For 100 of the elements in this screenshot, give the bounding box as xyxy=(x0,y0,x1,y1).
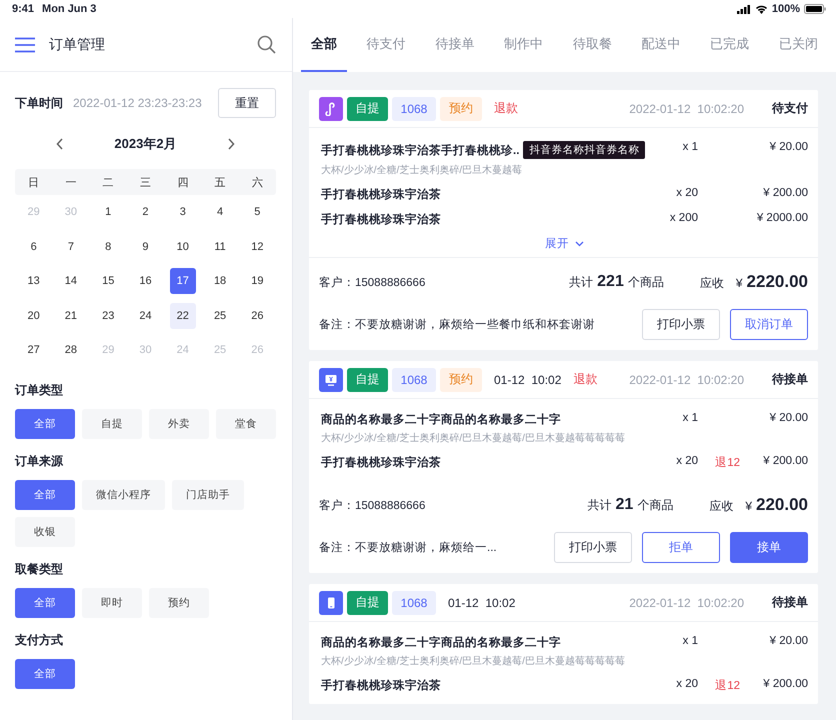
order-time: 2022-01-12 10:02:20 xyxy=(629,596,744,610)
customer-phone: 客户：15088886666 xyxy=(319,498,426,512)
order-action-button[interactable]: 拒单 xyxy=(642,532,720,562)
filter-option[interactable]: 全部 xyxy=(15,480,75,510)
product-price: ¥ 2000.00 xyxy=(756,212,808,224)
refund-label: 退款 xyxy=(494,100,518,117)
calendar-day[interactable]: 23 xyxy=(95,302,122,329)
order-action-button[interactable]: 打印小票 xyxy=(554,532,632,562)
filter-option[interactable]: 门店助手 xyxy=(172,480,244,510)
battery-icon xyxy=(804,4,826,14)
calendar-day[interactable]: 21 xyxy=(58,302,84,329)
weekday-label: 三 xyxy=(138,176,152,190)
order-tag: 预约 xyxy=(440,96,482,120)
calendar-day[interactable]: 3 xyxy=(170,199,196,226)
filter-option[interactable]: 预约 xyxy=(149,588,209,618)
search-icon[interactable] xyxy=(257,35,276,54)
filter-title: 支付方式 xyxy=(15,632,64,648)
calendar-day[interactable]: 1 xyxy=(95,199,122,226)
calendar-day[interactable]: 18 xyxy=(207,268,234,294)
calendar-day[interactable]: 20 xyxy=(20,302,47,329)
order-action-button[interactable]: 取消订单 xyxy=(730,308,808,340)
filter-option[interactable]: 自提 xyxy=(82,408,142,438)
calendar-day[interactable]: 25 xyxy=(207,302,234,329)
calendar-day[interactable]: 17 xyxy=(170,268,196,294)
calendar-day[interactable]: 2 xyxy=(132,199,158,226)
order-tag: 1068 xyxy=(392,96,436,120)
order-status: 待支付 xyxy=(772,100,808,117)
filter-title: 订单类型 xyxy=(15,382,64,398)
order-time: 2022-01-12 10:02:20 xyxy=(629,372,744,386)
status-date: Mon Jun 3 xyxy=(42,3,96,15)
calendar-day[interactable]: 15 xyxy=(95,268,122,294)
item-count: 共计 221 个商品 xyxy=(569,273,664,291)
signal-icon xyxy=(736,4,751,14)
calendar-day[interactable]: 24 xyxy=(132,302,158,329)
calendar-day[interactable]: 11 xyxy=(207,234,234,260)
order-tag: 自提 xyxy=(347,96,388,120)
filter-option[interactable]: 堂食 xyxy=(216,408,276,438)
filter-title: 取餐类型 xyxy=(15,560,64,578)
menu-icon[interactable] xyxy=(15,36,35,52)
calendar-day[interactable]: 28 xyxy=(58,337,84,364)
previous-month-icon[interactable] xyxy=(56,138,64,150)
calendar-day[interactable]: 13 xyxy=(20,268,47,294)
reset-button[interactable]: 重置 xyxy=(218,88,276,118)
order-action-button[interactable]: 接单 xyxy=(730,532,808,562)
expand-link[interactable]: 展开 xyxy=(545,236,584,251)
order-tag: 1068 xyxy=(392,590,436,614)
order-action-button[interactable]: 打印小票 xyxy=(642,308,720,340)
calendar-day[interactable]: 4 xyxy=(207,199,234,226)
product-specs: 大杯/少少冰/全糖/芝士奥利奥碎/巴旦木蔓越莓 xyxy=(321,164,524,177)
product-quantity: x 20 xyxy=(675,187,698,199)
filter-option[interactable]: 全部 xyxy=(15,658,75,688)
filter-title: 订单来源 xyxy=(15,452,64,470)
filter-label: 下单时间 xyxy=(15,94,63,112)
refund-quantity: 退12 xyxy=(714,678,740,693)
calendar-day[interactable]: 22 xyxy=(170,302,196,329)
product-quantity: x 1 xyxy=(682,635,698,647)
status-tab[interactable]: 全部 xyxy=(301,18,347,72)
product-price: ¥ 20.00 xyxy=(768,412,808,424)
product-quantity: x 200 xyxy=(668,212,698,224)
filter-option[interactable]: 外卖 xyxy=(149,408,209,438)
calendar-day[interactable]: 14 xyxy=(58,268,84,294)
calendar-day[interactable]: 12 xyxy=(244,234,270,260)
filter-option[interactable]: 即时 xyxy=(82,588,142,618)
order-tag: 自提 xyxy=(347,590,388,614)
calendar-day[interactable]: 16 xyxy=(132,268,158,294)
calendar-day[interactable]: 19 xyxy=(244,268,270,294)
product-price: ¥ 20.00 xyxy=(768,635,808,647)
product-quantity: x 1 xyxy=(682,141,698,153)
filter-option[interactable]: 全部 xyxy=(15,408,75,438)
order-note: 备注：不要放糖谢谢，麻烦给一些餐巾纸和杯套谢谢 xyxy=(319,317,596,332)
product-price: ¥ 200.00 xyxy=(762,678,808,690)
calendar-day[interactable]: 10 xyxy=(170,234,196,260)
filter-option[interactable]: 微信小程序 xyxy=(82,480,165,510)
product-quantity: x 1 xyxy=(682,412,698,424)
calendar-day[interactable]: 8 xyxy=(95,234,122,260)
status-time: 9:41 xyxy=(12,3,34,15)
next-month-icon[interactable] xyxy=(226,138,235,150)
calendar-day[interactable]: 5 xyxy=(244,199,270,226)
link-icon xyxy=(319,96,343,120)
calendar-day[interactable]: 26 xyxy=(244,302,270,329)
calendar-day[interactable]: 6 xyxy=(20,234,47,260)
amount-due: 应收 ¥ 2220.00 xyxy=(700,272,808,292)
wifi-icon xyxy=(754,4,768,14)
order-status: 待接单 xyxy=(772,594,808,611)
calendar-day[interactable]: 27 xyxy=(20,337,47,364)
coupon-tag: 抖音券名称抖音券名称 xyxy=(523,141,646,159)
filter-option[interactable]: 收银 xyxy=(15,516,75,546)
battery-percent: 100% xyxy=(772,3,800,15)
order-tag: 自提 xyxy=(347,368,388,392)
product-quantity: x 20 xyxy=(675,455,698,467)
calendar-day[interactable]: 9 xyxy=(132,234,158,260)
refund-label: 退款 xyxy=(573,371,598,388)
calendar-day[interactable]: 7 xyxy=(58,234,84,260)
chevron-down-icon xyxy=(575,240,584,246)
filter-option[interactable]: 全部 xyxy=(15,588,75,618)
weekday-label: 六 xyxy=(250,176,264,190)
product-name: 商品的名称最多二十字商品的名称最多二十字 xyxy=(321,412,561,427)
item-count: 共计 21 个商品 xyxy=(588,496,674,514)
weekday-label: 五 xyxy=(214,176,227,190)
product-specs: 大杯/少少冰/全糖/芝士奥利奥碎/巴旦木蔓越莓/巴旦木蔓越莓莓莓莓莓 xyxy=(321,432,626,445)
